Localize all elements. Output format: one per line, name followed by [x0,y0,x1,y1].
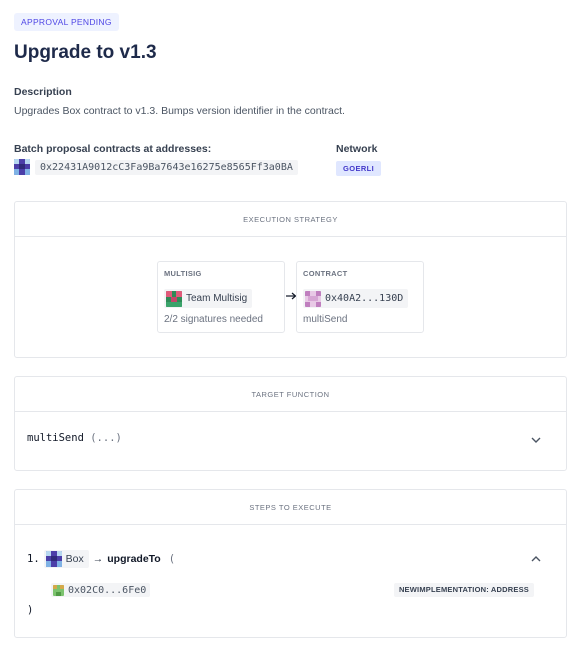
chevron-down-icon[interactable] [530,434,542,446]
step-arrow: → [92,553,104,565]
step-contract-chip[interactable]: Box [43,550,89,568]
page-title: Upgrade to v1.3 [14,42,157,63]
signatures-needed: 2/2 signatures needed [164,314,263,325]
status-badge: APPROVAL PENDING [14,13,119,31]
step-contract-name: Box [65,553,84,565]
batch-address-label: Batch proposal contracts at addresses: [14,143,212,155]
contract-chip[interactable]: 0x40A2...130D [303,289,409,308]
description-text: Upgrades Box contract to v1.3. Bumps ver… [14,105,345,117]
contract-identicon [305,290,321,307]
step-row: 1. Box → upgradeTo ( [27,550,175,568]
contract-address: 0x40A2...130D [325,293,404,304]
box-identicon [45,551,62,567]
chevron-up-icon[interactable] [530,553,542,565]
multisig-name: Team Multisig [186,293,248,304]
batch-address[interactable]: 0x22431A9012cC3Fa9Ba7643e16275e8565Ff3a0… [35,159,298,175]
multisig-card: MULTISIG Team Multisig 2/2 signatures ne… [157,261,285,333]
param-value: 0x02C0...6Fe0 [68,584,147,596]
steps-header: STEPS TO EXECUTE [15,490,566,525]
target-function-header: TARGET FUNCTION [15,377,566,412]
multisig-card-title: MULTISIG [164,269,202,278]
step-function-name: upgradeTo [107,553,161,565]
contract-function: multiSend [303,314,348,325]
param-type: NEWIMPLEMENTATION: ADDRESS [393,583,534,597]
step-open-paren: ( [168,553,176,565]
contract-card-title: CONTRACT [303,269,348,278]
network-badge: GOERLI [336,161,382,176]
execution-strategy-header: EXECUTION STRATEGY [15,202,566,237]
step-index: 1. [27,553,40,565]
step-close-paren: ) [27,604,34,616]
target-function-args: (...) [90,432,122,444]
target-function-panel: TARGET FUNCTION multiSend (...) [14,376,567,471]
batch-address-row: 0x22431A9012cC3Fa9Ba7643e16275e8565Ff3a0… [14,158,298,176]
param-value-chip[interactable]: 0x02C0...6Fe0 [51,583,151,597]
multisig-chip[interactable]: Team Multisig [164,289,253,308]
step-item: 1. Box → upgradeTo (0x02C0...6Fe0 NEWIM… [15,525,566,638]
contract-card: CONTRACT 0x40A2...130D multiSend [296,261,424,333]
param-identicon [53,584,64,596]
network-label: Network [336,143,378,155]
steps-panel: STEPS TO EXECUTE 1. Box → upgradeTo (0x… [14,489,567,638]
description-label: Description [14,86,72,98]
execution-strategy-panel: EXECUTION STRATEGY MULTISIG Team Multisi… [14,201,567,358]
target-function-row: multiSend (...) [27,432,122,444]
blockie-identicon [14,159,30,175]
multisig-identicon [166,290,182,307]
target-function-name: multiSend [27,432,84,444]
